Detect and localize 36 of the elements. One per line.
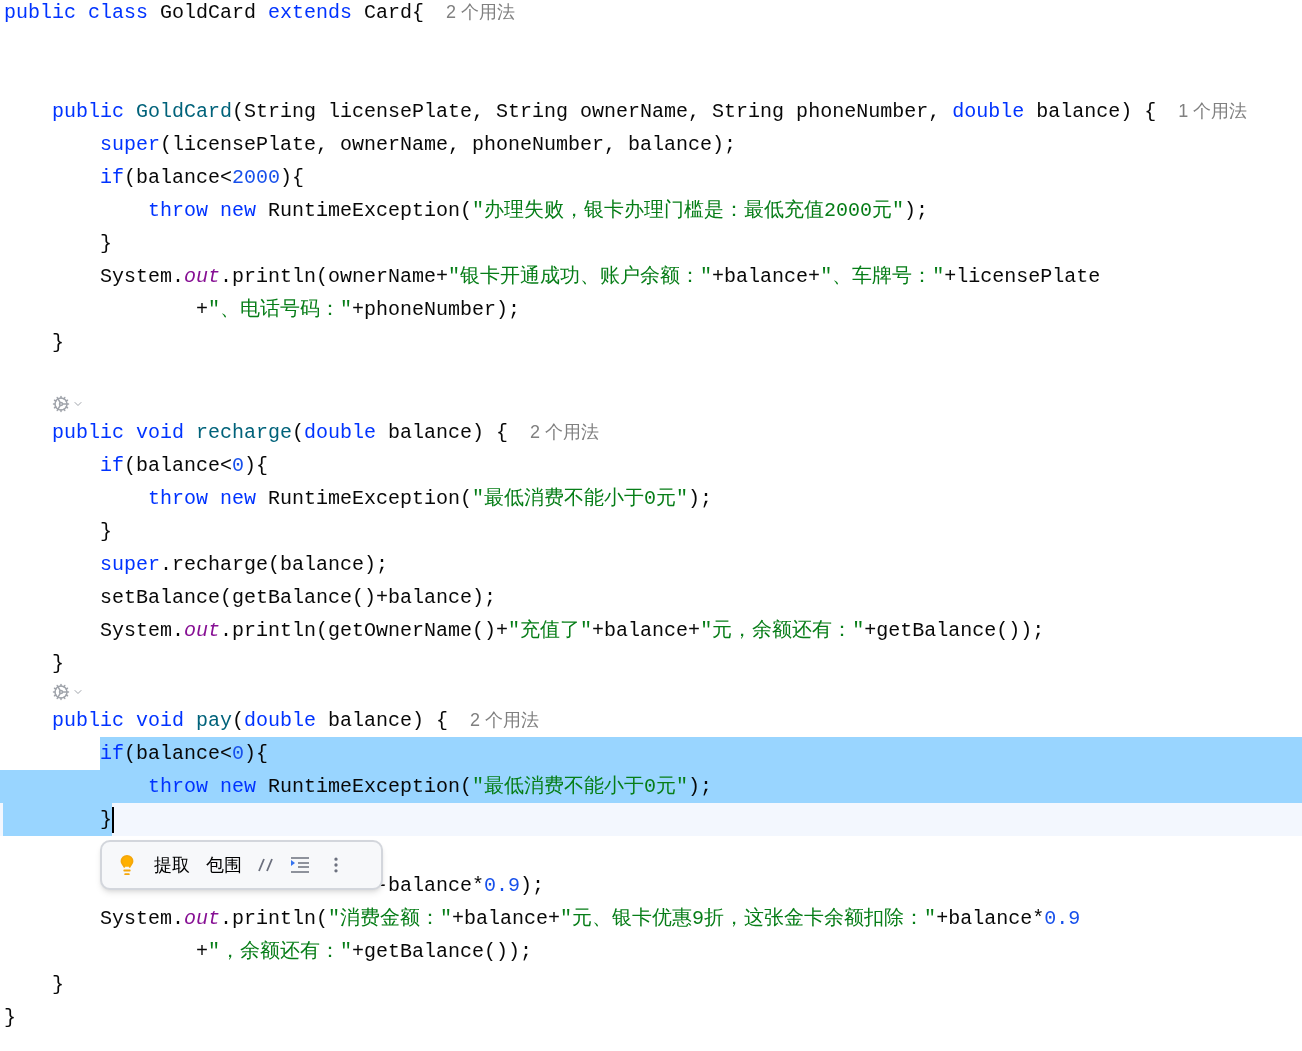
code-line: setBalance(getBalance()+balance);	[100, 584, 497, 611]
code-line: throw new RuntimeException("办理失败，银卡办理门槛是：最低充值2000元");	[148, 197, 929, 224]
code-line: }	[52, 971, 64, 998]
code-line: if(balance<0){	[100, 452, 269, 479]
code-line: }	[52, 650, 64, 677]
code-line: }	[4, 1004, 16, 1031]
code-line: if(balance<2000){	[100, 164, 305, 191]
usage-hint: 2 个用法	[446, 1, 516, 24]
comment-icon[interactable]	[258, 857, 274, 873]
code-line: }	[52, 329, 64, 356]
code-line: super.recharge(balance);	[100, 551, 389, 578]
code-line: super(licensePlate, ownerName, phoneNumber, balance);	[100, 131, 737, 158]
code-line: throw new RuntimeException("最低消费不能小于0元");	[148, 485, 713, 512]
gear-icon[interactable]	[52, 395, 70, 413]
code-line: System.out.println(ownerName+"银卡开通成功、账户余额："+balance+"、车牌号："+licensePlate	[100, 263, 1101, 290]
code-line: public void recharge(double balance) {	[52, 419, 509, 446]
code-line: +"，余额还有："+getBalance());	[196, 938, 533, 965]
gear-icon[interactable]	[52, 683, 70, 701]
code-line: System.out.println("消费金额："+balance+"元、银卡优惠9折，这张金卡余额扣除："+balance*0.9	[100, 905, 1081, 932]
indent-icon[interactable]	[290, 857, 310, 873]
code-line: -balance*0.9);	[376, 872, 545, 899]
code-line: System.out.println(getOwnerName()+"充值了"+balance+"元，余额还有："+getBalance());	[100, 617, 1045, 644]
usage-hint: 2 个用法	[470, 709, 540, 732]
usage-hint: 2 个用法	[530, 421, 600, 444]
usage-hint: 1 个用法	[1178, 100, 1248, 123]
code-line: public GoldCard(String licensePlate, String ownerName, String phoneNumber, double balance) {	[52, 98, 1157, 125]
code-line: throw new RuntimeException("最低消费不能小于0元");	[148, 773, 713, 800]
code-line: }	[100, 806, 112, 833]
code-line: if(balance<0){	[100, 740, 269, 767]
code-line: public class GoldCard extends Card{	[4, 0, 425, 26]
toolbar-action[interactable]: 包围	[206, 851, 242, 879]
code-line: }	[100, 230, 112, 257]
code-line: +"、电话号码："+phoneNumber);	[196, 296, 521, 323]
code-line: }	[100, 518, 112, 545]
toolbar-action[interactable]: 提取	[154, 851, 190, 879]
code-line: public void pay(double balance) {	[52, 707, 449, 734]
